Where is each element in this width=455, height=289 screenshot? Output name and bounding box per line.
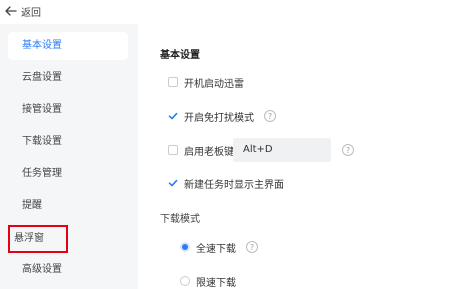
question-circle-icon[interactable]: ? — [246, 241, 258, 253]
sidebar-item-download[interactable]: 下载设置 — [8, 128, 128, 156]
sidebar-item-reminder[interactable]: 提醒 — [8, 192, 128, 220]
check-icon — [168, 179, 178, 187]
settings-sidebar: 基本设置 云盘设置 接管设置 下载设置 任务管理 提醒 悬浮窗 高级设置 — [0, 24, 138, 289]
sidebar-item-advanced[interactable]: 高级设置 — [8, 256, 128, 284]
full-speed-radio[interactable] — [180, 242, 190, 252]
sidebar-item-takeover[interactable]: 接管设置 — [8, 96, 128, 124]
sidebar-item-cloud[interactable]: 云盘设置 — [8, 64, 128, 92]
settings-panel: 基本设置 开机启动迅雷 开启免打扰模式 ? 启用老板键 Alt+D ? 新建任务… — [138, 24, 455, 289]
boss-key-checkbox[interactable] — [168, 145, 178, 155]
limited-speed-radio[interactable] — [180, 276, 190, 286]
limited-speed-label: 限速下载 — [196, 277, 236, 289]
autostart-checkbox[interactable] — [168, 77, 178, 87]
boss-key-option[interactable]: 启用老板键 — [168, 142, 234, 158]
check-icon — [168, 112, 178, 120]
section-title: 基本设置 — [160, 50, 200, 61]
back-label: 返回 — [21, 7, 41, 19]
sidebar-item-tasks[interactable]: 任务管理 — [8, 160, 128, 188]
show-main-label: 新建任务时显示主界面 — [184, 179, 284, 191]
limited-speed-option[interactable]: 限速下载 — [180, 273, 236, 289]
question-circle-icon[interactable]: ? — [342, 144, 354, 156]
arrow-left-icon — [5, 6, 17, 16]
boss-key-label: 启用老板键 — [184, 146, 234, 158]
download-mode-title: 下载模式 — [160, 214, 200, 225]
sidebar-item-floating-window[interactable]: 悬浮窗 — [8, 225, 68, 253]
boss-key-hotkey-field[interactable]: Alt+D — [233, 138, 331, 162]
sidebar-item-basic[interactable]: 基本设置 — [8, 32, 128, 60]
full-speed-option[interactable]: 全速下载 ? — [180, 239, 258, 255]
show-main-checkbox[interactable] — [168, 178, 178, 188]
back-button[interactable]: 返回 — [5, 4, 41, 19]
no-disturb-label: 开启免打扰模式 — [184, 112, 254, 124]
show-main-option[interactable]: 新建任务时显示主界面 — [168, 175, 284, 191]
top-bar: 返回 — [0, 0, 455, 24]
no-disturb-checkbox[interactable] — [168, 111, 178, 121]
no-disturb-option[interactable]: 开启免打扰模式 ? — [168, 108, 276, 124]
autostart-label: 开机启动迅雷 — [184, 78, 244, 90]
autostart-option[interactable]: 开机启动迅雷 — [168, 74, 244, 90]
full-speed-label: 全速下载 — [196, 243, 236, 255]
question-circle-icon[interactable]: ? — [264, 110, 276, 122]
